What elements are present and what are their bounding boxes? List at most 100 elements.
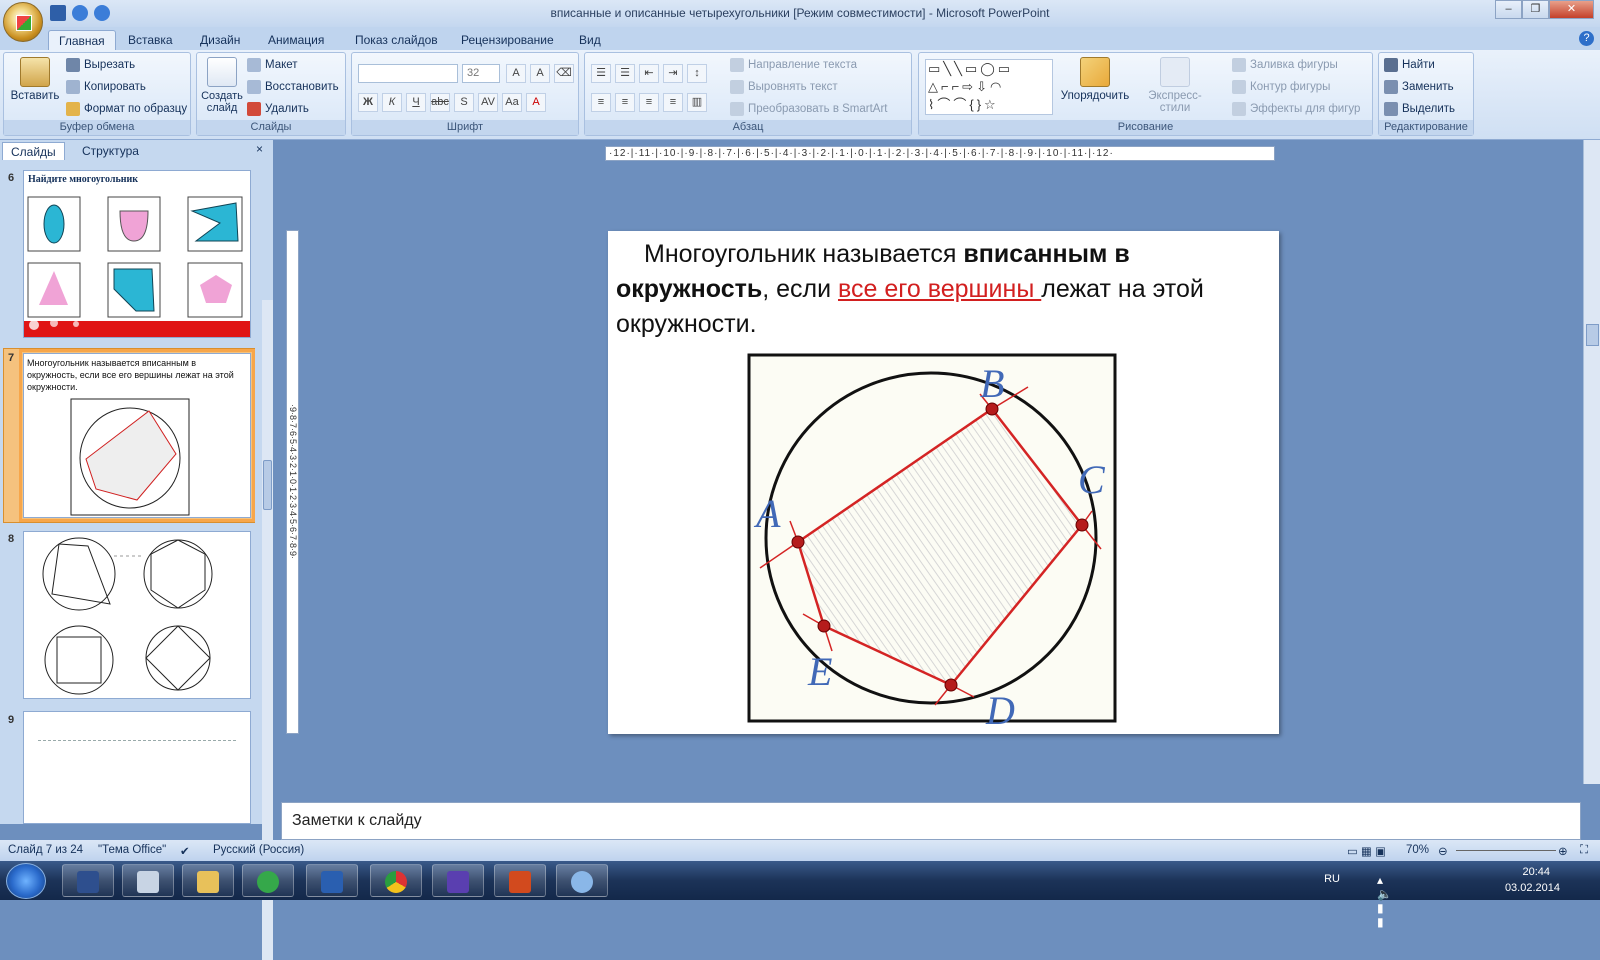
align-center-button[interactable]: ≡ bbox=[615, 93, 635, 112]
taskbar-app[interactable] bbox=[62, 864, 114, 897]
font-size-select[interactable]: 32 bbox=[462, 64, 500, 83]
language-indicator[interactable]: Русский (Россия) bbox=[213, 844, 304, 856]
zoom-in-button[interactable]: ⊕ bbox=[1558, 844, 1568, 858]
quick-styles-button[interactable]: Экспресс-стили bbox=[1133, 57, 1217, 114]
paste-button[interactable]: Вставить bbox=[10, 57, 60, 102]
shadow-button[interactable]: S bbox=[454, 93, 474, 112]
shape-effects-button[interactable]: Эффекты для фигур bbox=[1232, 102, 1360, 116]
cut-button[interactable]: Вырезать bbox=[66, 58, 135, 72]
group-editing: Найти Заменить Выделить Редактирование bbox=[1378, 52, 1474, 136]
decrease-indent-button[interactable]: ⇤ bbox=[639, 64, 659, 83]
find-button[interactable]: Найти bbox=[1384, 58, 1435, 72]
slide-thumbnail-9[interactable] bbox=[23, 711, 251, 824]
inscribed-polygon-thumb bbox=[70, 398, 190, 516]
align-text-button[interactable]: Выровнять текст bbox=[730, 80, 838, 94]
increase-indent-button[interactable]: ⇥ bbox=[663, 64, 683, 83]
tab-review[interactable]: Рецензирование bbox=[451, 30, 564, 50]
columns-button[interactable]: ▥ bbox=[687, 93, 707, 112]
tab-slideshow[interactable]: Показ слайдов bbox=[345, 30, 448, 50]
taskbar-app[interactable] bbox=[432, 864, 484, 897]
copy-button[interactable]: Копировать bbox=[66, 80, 146, 94]
editor-scrollbar[interactable] bbox=[1583, 140, 1600, 784]
keyboard-language[interactable]: RU bbox=[1324, 873, 1340, 885]
convert-smartart-button[interactable]: Преобразовать в SmartArt bbox=[730, 102, 888, 116]
theme-name: "Тема Office" bbox=[98, 844, 167, 856]
align-right-button[interactable]: ≡ bbox=[639, 93, 659, 112]
scroll-thumb[interactable] bbox=[1586, 324, 1599, 346]
current-slide[interactable]: Многоугольник называется вписанным в окр… bbox=[608, 231, 1279, 734]
tab-outline[interactable]: Структура bbox=[74, 142, 147, 160]
font-color-button[interactable]: A bbox=[526, 93, 546, 112]
taskbar-app[interactable] bbox=[242, 864, 294, 897]
italic-button[interactable]: К bbox=[382, 93, 402, 112]
label-a: A bbox=[753, 491, 781, 536]
spacing-button[interactable]: AV bbox=[478, 93, 498, 112]
arrange-icon bbox=[1080, 57, 1110, 87]
shapes-gallery[interactable]: ▭╲╲▭◯▭ △⌐⌐⇨⇩◠ ⌇⌒⌒{}☆ bbox=[925, 59, 1053, 115]
tab-design[interactable]: Дизайн bbox=[190, 30, 250, 50]
zoom-out-button[interactable]: ⊖ bbox=[1438, 844, 1448, 858]
underline-button[interactable]: Ч bbox=[406, 93, 426, 112]
reset-button[interactable]: Восстановить bbox=[247, 80, 339, 94]
slide-number: 9 bbox=[8, 714, 15, 726]
new-slide-button[interactable]: Создать слайд bbox=[201, 57, 243, 114]
tray-icons[interactable]: ▴ 🔈 ▮ ▮ bbox=[1377, 873, 1392, 929]
office-button[interactable] bbox=[3, 2, 43, 42]
taskbar-app-powerpoint[interactable] bbox=[494, 864, 546, 897]
replace-button[interactable]: Заменить bbox=[1384, 80, 1454, 94]
binoculars-icon bbox=[1384, 58, 1398, 72]
slide-thumbnail-7[interactable]: Многоугольник называется вписанным в окр… bbox=[19, 349, 255, 522]
taskbar-app[interactable] bbox=[182, 864, 234, 897]
format-painter-button[interactable]: Формат по образцу bbox=[66, 102, 187, 116]
taskbar-app[interactable] bbox=[122, 864, 174, 897]
tab-view[interactable]: Вид bbox=[569, 30, 611, 50]
delete-slide-button[interactable]: Удалить bbox=[247, 102, 309, 116]
slide-thumbnail-8[interactable] bbox=[23, 531, 251, 699]
notes-pane[interactable]: Заметки к слайду bbox=[281, 802, 1581, 840]
panel-close-icon[interactable]: × bbox=[256, 142, 263, 156]
spellcheck-icon[interactable]: ✔ bbox=[180, 844, 190, 858]
grow-font-button[interactable]: A bbox=[506, 64, 526, 83]
close-button[interactable]: ✕ bbox=[1549, 0, 1594, 19]
taskbar-app[interactable] bbox=[370, 864, 422, 897]
numbering-button[interactable]: ☰ bbox=[615, 64, 635, 83]
taskbar-app[interactable] bbox=[556, 864, 608, 897]
case-button[interactable]: Aa bbox=[502, 93, 522, 112]
minimize-button[interactable]: – bbox=[1495, 0, 1522, 19]
bullets-button[interactable]: ☰ bbox=[591, 64, 611, 83]
tab-slides[interactable]: Слайды bbox=[2, 142, 65, 160]
view-buttons[interactable]: ▭ ▦ ▣ bbox=[1347, 844, 1386, 858]
arrange-button[interactable]: Упорядочить bbox=[1059, 57, 1131, 102]
select-button[interactable]: Выделить bbox=[1384, 102, 1455, 116]
start-button[interactable] bbox=[6, 863, 46, 899]
taskbar-app[interactable] bbox=[306, 864, 358, 897]
zoom-slider[interactable] bbox=[1456, 850, 1556, 851]
slide-thumbnail-6[interactable]: Найдите многоугольник bbox=[23, 170, 251, 338]
clock-time[interactable]: 20:44 bbox=[1522, 866, 1550, 878]
justify-button[interactable]: ≡ bbox=[663, 93, 683, 112]
slide-number: 7 bbox=[8, 352, 15, 364]
mail-icon bbox=[257, 871, 279, 893]
layout-button[interactable]: Макет bbox=[247, 58, 298, 72]
text-direction-button[interactable]: Направление текста bbox=[730, 58, 857, 72]
bold-button[interactable]: Ж bbox=[358, 93, 378, 112]
group-label: Рисование bbox=[919, 120, 1372, 135]
shape-outline-button[interactable]: Контур фигуры bbox=[1232, 80, 1330, 94]
clear-format-button[interactable]: ⌫ bbox=[554, 64, 574, 83]
scroll-thumb[interactable] bbox=[263, 460, 272, 510]
font-family-select[interactable] bbox=[358, 64, 458, 83]
align-left-button[interactable]: ≡ bbox=[591, 93, 611, 112]
tab-insert[interactable]: Вставка bbox=[118, 30, 183, 50]
shape-fill-button[interactable]: Заливка фигуры bbox=[1232, 58, 1338, 72]
strikethrough-button[interactable]: abc bbox=[430, 93, 450, 112]
tab-home[interactable]: Главная bbox=[48, 30, 116, 50]
effects-icon bbox=[1232, 102, 1246, 116]
line-spacing-button[interactable]: ↕ bbox=[687, 64, 707, 83]
clock-date[interactable]: 03.02.2014 bbox=[1505, 882, 1560, 894]
help-icon[interactable]: ? bbox=[1579, 31, 1594, 46]
maximize-button[interactable]: ❐ bbox=[1522, 0, 1549, 19]
tab-animation[interactable]: Анимация bbox=[258, 30, 334, 50]
fit-window-button[interactable]: ⛶ bbox=[1580, 844, 1588, 857]
shrink-font-button[interactable]: A bbox=[530, 64, 550, 83]
zoom-level[interactable]: 70% bbox=[1406, 844, 1429, 856]
